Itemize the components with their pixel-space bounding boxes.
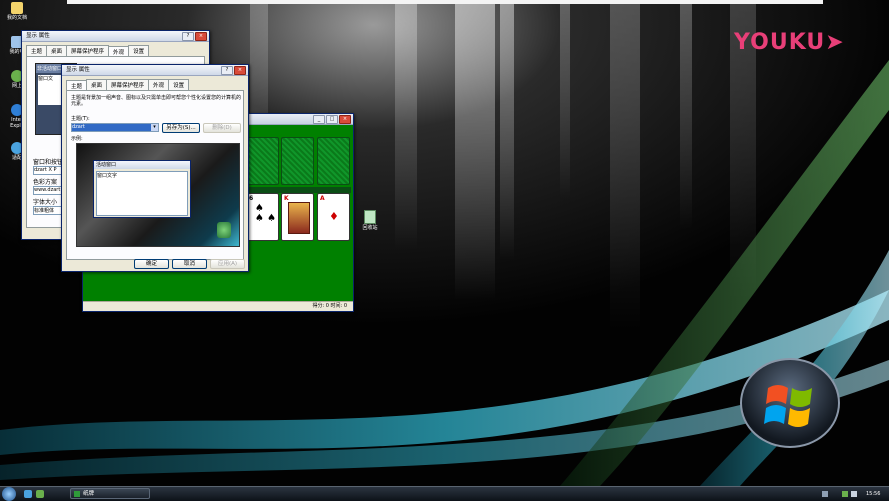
clock[interactable]: 15:56 <box>866 487 880 501</box>
card-back[interactable] <box>281 137 314 185</box>
recycle-bin-icon <box>364 210 376 224</box>
tab-desktop[interactable]: 桌面 <box>86 79 108 90</box>
label-color-scheme: 色彩方案 <box>33 179 58 186</box>
tab-appearance[interactable]: 外观 <box>148 79 170 90</box>
desktop-icon-documents[interactable]: 我的文档 <box>4 2 30 21</box>
quicklaunch-ie-icon[interactable] <box>24 490 32 498</box>
help-button[interactable]: ? <box>182 32 194 41</box>
card-back[interactable] <box>246 137 279 185</box>
tray-network-icon[interactable] <box>842 491 848 497</box>
theme-label: 主题(T): <box>71 116 90 122</box>
sample-label: 示例: <box>71 136 83 142</box>
display-properties-front-window[interactable]: 显示 属性 ? × 主题 桌面 屏幕保护程序 外观 设置 主题是背景加一组声音、… <box>61 64 249 272</box>
chevron-down-icon[interactable]: ▾ <box>151 124 158 131</box>
theme-select[interactable]: dzart ▾ <box>71 123 159 132</box>
solitaire-statusbar: 得分: 0 时间: 0 <box>83 301 353 310</box>
windows-logo <box>740 358 840 448</box>
maximize-button[interactable]: □ <box>326 115 338 124</box>
label-font-size: 字体大小 <box>33 199 58 206</box>
close-button[interactable]: × <box>234 66 246 75</box>
close-button[interactable]: × <box>339 115 351 124</box>
show-desktop-icon[interactable] <box>822 491 828 497</box>
back-window-titlebar[interactable]: 显示 属性 ? × <box>22 31 209 42</box>
card-king-diamonds[interactable]: K <box>281 193 314 241</box>
close-button[interactable]: × <box>195 32 207 41</box>
top-window-edge <box>67 0 823 4</box>
quicklaunch-desktop-icon[interactable] <box>36 490 44 498</box>
start-orb[interactable] <box>2 487 16 501</box>
front-window-tabs: 主题 桌面 屏幕保护程序 外观 设置 <box>62 76 248 91</box>
taskbar-item-solitaire[interactable]: 纸牌 <box>70 488 150 499</box>
sample-window: 活动窗口 窗口文字 <box>93 160 191 218</box>
back-window-tabs: 主题 桌面 屏幕保护程序 外观 设置 <box>22 42 209 57</box>
card-ace-diamonds[interactable]: A ♦ <box>317 193 350 241</box>
apply-button[interactable]: 应用(A) <box>210 259 245 269</box>
delete-button[interactable]: 删除(D) <box>203 123 241 133</box>
tab-settings[interactable]: 设置 <box>128 45 150 56</box>
card-back[interactable] <box>317 137 350 185</box>
theme-description: 主题是背景加一组声音、图标以及只需单击即可帮您个性化设置您的计算机的元素。 <box>71 95 242 107</box>
recycle-bin[interactable]: 回收站 <box>358 210 382 231</box>
tab-theme[interactable]: 主题 <box>26 45 48 56</box>
tab-screensaver[interactable]: 屏幕保护程序 <box>106 79 150 90</box>
card-spades[interactable]: 6 ♠ ♠ ♠ <box>246 193 279 241</box>
solitaire-icon <box>74 491 80 497</box>
tray-volume-icon[interactable] <box>851 491 857 497</box>
label-window-buttons: 窗口和按钮 <box>33 159 64 166</box>
youku-watermark: YOUKU➤ <box>734 30 845 55</box>
theme-preview: 活动窗口 窗口文字 <box>76 143 240 247</box>
tab-settings[interactable]: 设置 <box>168 79 190 90</box>
save-as-button[interactable]: 另存为(S)... <box>162 123 200 133</box>
tab-screensaver[interactable]: 屏幕保护程序 <box>66 45 110 56</box>
help-button[interactable]: ? <box>221 66 233 75</box>
tab-desktop[interactable]: 桌面 <box>46 45 68 56</box>
taskbar: 纸牌 15:56 <box>0 486 889 501</box>
recycle-bin-icon <box>217 222 231 238</box>
front-window-titlebar[interactable]: 显示 属性 ? × <box>62 65 248 76</box>
folder-icon <box>11 2 23 14</box>
minimize-button[interactable]: _ <box>313 115 325 124</box>
ok-button[interactable]: 确定 <box>134 259 169 269</box>
cancel-button[interactable]: 取消 <box>172 259 207 269</box>
front-window-panel: 主题是背景加一组声音、图标以及只需单击即可帮您个性化设置您的计算机的元素。 主题… <box>66 90 244 260</box>
